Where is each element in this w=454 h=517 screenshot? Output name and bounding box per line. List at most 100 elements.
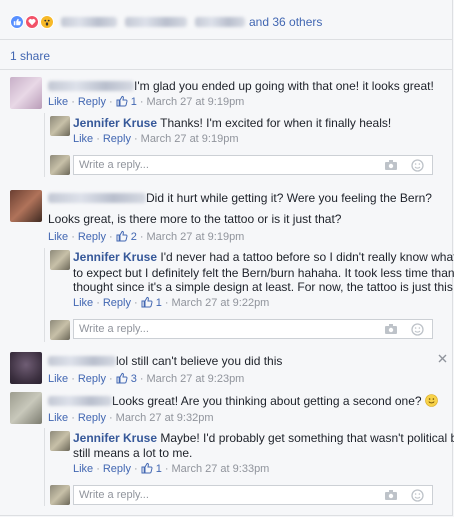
divider bbox=[0, 39, 453, 40]
reply-text: Maybe! I'd probably get something that w… bbox=[160, 431, 454, 445]
timestamp[interactable]: March 27 at 9:23pm bbox=[147, 373, 245, 385]
avatar[interactable] bbox=[50, 250, 70, 270]
timestamp[interactable]: March 27 at 9:33pm bbox=[172, 463, 270, 475]
avatar bbox=[50, 485, 70, 505]
camera-icon[interactable] bbox=[384, 323, 398, 335]
thumbs-up-icon bbox=[116, 95, 128, 107]
like-icon bbox=[10, 15, 24, 29]
like-link[interactable]: Like bbox=[48, 231, 68, 243]
reply-text: still means a lot to me. bbox=[73, 446, 193, 460]
reply-text: I'd never had a tattoo before so I didn'… bbox=[160, 250, 454, 264]
thread-line bbox=[44, 113, 45, 177]
like-link[interactable]: Like bbox=[73, 133, 93, 145]
comment-actions: Like · Reply · 2 · March 27 at 9:19pm bbox=[48, 230, 245, 243]
thumbs-up-icon bbox=[141, 296, 153, 308]
comment-text: I'm glad you ended up going with that on… bbox=[134, 79, 434, 93]
reply-link[interactable]: Reply bbox=[78, 412, 106, 424]
reply-link[interactable]: Reply bbox=[78, 96, 106, 108]
redacted-name bbox=[195, 17, 245, 27]
timestamp[interactable]: March 27 at 9:19pm bbox=[147, 96, 245, 108]
like-count-value: 1 bbox=[155, 297, 162, 309]
comment-actions: Like · Reply · 1 · March 27 at 9:19pm bbox=[48, 95, 245, 108]
timestamp[interactable]: March 27 at 9:19pm bbox=[147, 231, 245, 243]
avatar bbox=[50, 320, 70, 340]
reply-actions: Like · Reply · March 27 at 9:19pm bbox=[73, 133, 239, 145]
reply: Jennifer Kruse I'd never had a tattoo be… bbox=[73, 249, 454, 265]
like-count[interactable]: 1 bbox=[141, 296, 162, 309]
reply-link[interactable]: Reply bbox=[103, 133, 131, 145]
reply-author[interactable]: Jennifer Kruse bbox=[73, 431, 157, 445]
commenter-name[interactable] bbox=[48, 193, 146, 203]
timestamp[interactable]: March 27 at 9:22pm bbox=[172, 297, 270, 309]
timestamp[interactable]: March 27 at 9:32pm bbox=[116, 412, 214, 424]
reply-link[interactable]: Reply bbox=[78, 231, 106, 243]
reactions-others-link[interactable]: and 36 others bbox=[249, 15, 322, 29]
avatar[interactable] bbox=[50, 431, 70, 451]
comment: I'm glad you ended up going with that on… bbox=[48, 78, 443, 94]
like-link[interactable]: Like bbox=[73, 297, 93, 309]
comment: Did it hurt while getting it? Were you f… bbox=[48, 190, 432, 206]
reply-author[interactable]: Jennifer Kruse bbox=[73, 250, 157, 264]
reply-link[interactable]: Reply bbox=[103, 463, 131, 475]
reply-input[interactable]: Write a reply... bbox=[73, 319, 433, 339]
thumbs-up-icon bbox=[116, 372, 128, 384]
comment-text: Looks great, is there more to the tattoo… bbox=[48, 212, 342, 226]
reply-link[interactable]: Reply bbox=[103, 297, 131, 309]
avatar[interactable] bbox=[10, 352, 42, 384]
camera-icon[interactable] bbox=[384, 159, 398, 171]
thumbs-up-icon bbox=[116, 230, 128, 242]
love-icon bbox=[25, 15, 39, 29]
redacted-name bbox=[125, 17, 187, 27]
like-link[interactable]: Like bbox=[48, 373, 68, 385]
emoji-icon[interactable] bbox=[411, 159, 424, 172]
like-link[interactable]: Like bbox=[48, 96, 68, 108]
reply-placeholder: Write a reply... bbox=[79, 323, 149, 335]
reply-input[interactable]: Write a reply... bbox=[73, 155, 433, 175]
reply-input[interactable]: Write a reply... bbox=[73, 485, 433, 505]
comment: Looks great! Are you thinking about gett… bbox=[48, 393, 438, 409]
smiley-emoji-icon bbox=[425, 394, 438, 407]
avatar[interactable] bbox=[50, 116, 70, 136]
reply: Jennifer Kruse Maybe! I'd probably get s… bbox=[73, 430, 454, 446]
reply-author[interactable]: Jennifer Kruse bbox=[73, 116, 157, 130]
emoji-icon[interactable] bbox=[411, 489, 424, 502]
like-count-value: 1 bbox=[130, 96, 137, 108]
timestamp[interactable]: March 27 at 9:19pm bbox=[141, 133, 239, 145]
comment: lol still can't believe you did this bbox=[48, 353, 282, 369]
like-count[interactable]: 1 bbox=[141, 462, 162, 475]
avatar[interactable] bbox=[10, 190, 42, 222]
avatar[interactable] bbox=[10, 77, 42, 109]
thread-line bbox=[44, 428, 45, 506]
comment-text: Did it hurt while getting it? Were you f… bbox=[146, 191, 432, 205]
like-link[interactable]: Like bbox=[48, 412, 68, 424]
comment-text: lol still can't believe you did this bbox=[116, 354, 283, 368]
comment-actions: Like · Reply · March 27 at 9:32pm bbox=[48, 412, 214, 424]
comment-actions: Like · Reply · 3 · March 27 at 9:23pm bbox=[48, 372, 245, 385]
reply-actions: Like · Reply · 1 · March 27 at 9:22pm bbox=[73, 296, 270, 309]
divider bbox=[0, 69, 453, 70]
comment-text: Looks great! Are you thinking about gett… bbox=[112, 394, 422, 408]
like-count[interactable]: 1 bbox=[116, 95, 137, 108]
reactions-summary[interactable]: and 36 others bbox=[10, 14, 322, 30]
like-count[interactable]: 2 bbox=[116, 230, 137, 243]
reply-text: thought since it's a simple design at le… bbox=[73, 280, 453, 294]
like-count-value: 1 bbox=[155, 463, 162, 475]
shares-link[interactable]: 1 share bbox=[10, 49, 50, 63]
reactor-names[interactable]: and 36 others bbox=[61, 15, 322, 29]
avatar[interactable] bbox=[10, 392, 42, 424]
reply-text: Thanks! I'm excited for when it finally … bbox=[160, 116, 392, 130]
emoji-icon[interactable] bbox=[411, 323, 424, 336]
like-count-value: 3 bbox=[130, 373, 137, 385]
commenter-name[interactable] bbox=[48, 396, 112, 406]
thumbs-up-icon bbox=[141, 462, 153, 474]
commenter-name[interactable] bbox=[48, 356, 116, 366]
reply-placeholder: Write a reply... bbox=[79, 489, 149, 501]
like-count-value: 2 bbox=[130, 231, 137, 243]
like-link[interactable]: Like bbox=[73, 463, 93, 475]
close-icon[interactable] bbox=[438, 352, 447, 366]
reply-link[interactable]: Reply bbox=[78, 373, 106, 385]
camera-icon[interactable] bbox=[384, 489, 398, 501]
like-count[interactable]: 3 bbox=[116, 372, 137, 385]
redacted-name bbox=[61, 17, 117, 27]
commenter-name[interactable] bbox=[48, 81, 134, 91]
